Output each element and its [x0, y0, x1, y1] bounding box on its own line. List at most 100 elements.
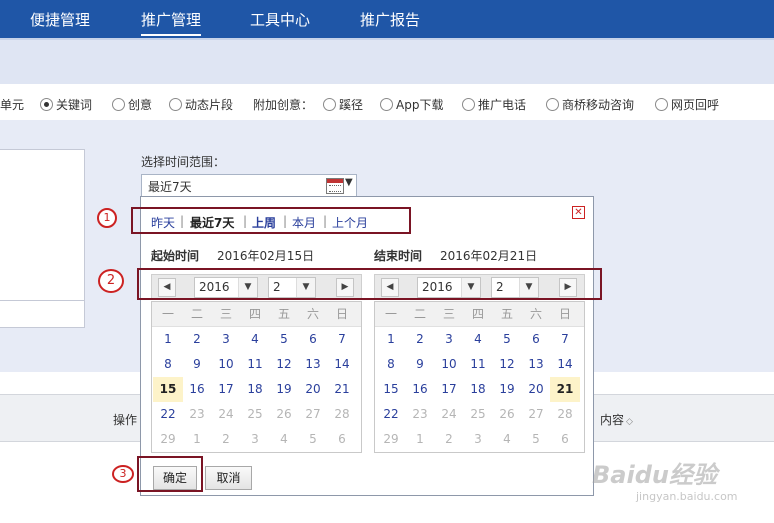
calendar-day[interactable]: 19 — [269, 377, 299, 402]
calendar-day[interactable]: 20 — [521, 377, 551, 402]
calendar-day[interactable]: 17 — [211, 377, 241, 402]
radio-icon — [112, 98, 125, 111]
calendar-day: 24 — [218, 407, 234, 421]
end-calendar: 一二三四五六日 1 2 3 4 5 6 7 8 9 10 11 12 13 14 15 16 17 18 19 20 21… — [374, 301, 585, 453]
marker-2-icon: 2 — [98, 269, 124, 293]
calendar-day[interactable]: 7 — [327, 327, 357, 352]
calendar-day[interactable]: 9 — [182, 352, 212, 377]
calendar-day[interactable]: 5 — [492, 327, 522, 352]
top-nav: 便捷管理 推广管理 工具中心 推广报告 — [0, 0, 774, 38]
calendar-day[interactable]: 6 — [298, 327, 328, 352]
column-op: 操作 — [113, 413, 138, 427]
calendar-day[interactable]: 15 — [376, 377, 406, 402]
radio-path[interactable]: 蹊径 — [323, 96, 363, 113]
nav-promotion-report[interactable]: 推广报告 — [360, 9, 420, 30]
calendar-day: 29 — [160, 432, 176, 446]
calendar-day[interactable]: 8 — [153, 352, 183, 377]
radio-unit[interactable]: 单元 — [0, 96, 24, 113]
nav-tool-center[interactable]: 工具中心 — [250, 9, 310, 30]
weekday-label: 一 — [161, 307, 174, 321]
calendar-day: 25 — [247, 407, 263, 421]
radio-dynamic-snippet[interactable]: 动态片段 — [169, 96, 233, 113]
calendar-day[interactable]: 18 — [463, 377, 493, 402]
calendar-day: 28 — [557, 407, 573, 421]
annotation-box-month-controls — [137, 268, 602, 300]
calendar-day[interactable]: 10 — [211, 352, 241, 377]
calendar-day[interactable]: 13 — [521, 352, 551, 377]
calendar-day[interactable]: 8 — [376, 352, 406, 377]
calendar-day[interactable]: 1 — [376, 327, 406, 352]
weekday-label: 日 — [335, 307, 348, 321]
start-date: 2016年02月15日 — [217, 249, 315, 263]
calendar-day: 27 — [305, 407, 321, 421]
calendar-day: 2 — [445, 432, 453, 446]
calendar-day: 26 — [276, 407, 292, 421]
calendar-icon[interactable] — [326, 178, 344, 194]
calendar-day[interactable]: 2 — [182, 327, 212, 352]
calendar-day[interactable]: 19 — [492, 377, 522, 402]
calendar-day[interactable]: 12 — [492, 352, 522, 377]
calendar-day[interactable]: 4 — [240, 327, 270, 352]
calendar-day: 5 — [309, 432, 317, 446]
weekday-label: 四 — [248, 307, 261, 321]
calendar-day[interactable]: 20 — [298, 377, 328, 402]
chevron-down-icon[interactable]: ▼ — [345, 177, 353, 188]
radio-app-download[interactable]: App下载 — [380, 96, 443, 113]
calendar-day[interactable]: 2 — [405, 327, 435, 352]
calendar-day: 4 — [280, 432, 288, 446]
calendar-day[interactable]: 16 — [405, 377, 435, 402]
nav-shortcut-management[interactable]: 便捷管理 — [30, 9, 90, 30]
calendar-day[interactable]: 21 — [327, 377, 357, 402]
radio-callback[interactable]: 网页回呼 — [655, 96, 719, 113]
calendar-day[interactable]: 17 — [434, 377, 464, 402]
weekday-label: 三 — [442, 307, 455, 321]
calendar-day[interactable]: 10 — [434, 352, 464, 377]
calendar-day[interactable]: 14 — [327, 352, 357, 377]
calendar-day: 29 — [383, 432, 399, 446]
calendar-day[interactable]: 1 — [153, 327, 183, 352]
calendar-day[interactable]: 12 — [269, 352, 299, 377]
marker-1-icon: 1 — [97, 208, 117, 228]
nav-promotion-management[interactable]: 推广管理 — [141, 9, 202, 36]
radio-icon — [655, 98, 668, 111]
radio-icon — [546, 98, 559, 111]
calendar-day[interactable]: 13 — [298, 352, 328, 377]
calendar-day[interactable]: 21 — [550, 377, 580, 402]
calendar-day: 4 — [503, 432, 511, 446]
cancel-button[interactable]: 取消 — [205, 466, 252, 490]
radio-keyword[interactable]: 关键词 — [40, 96, 92, 113]
calendar-day[interactable]: 5 — [269, 327, 299, 352]
radio-creative[interactable]: 创意 — [112, 96, 152, 113]
calendar-day[interactable]: 22 — [153, 402, 183, 427]
radio-promo-phone[interactable]: 推广电话 — [462, 96, 526, 113]
calendar-day[interactable]: 16 — [182, 377, 212, 402]
weekday-label: 二 — [413, 307, 426, 321]
calendar-day[interactable]: 9 — [405, 352, 435, 377]
calendar-day[interactable]: 14 — [550, 352, 580, 377]
date-picker-popup: ✕ 昨天 | 最近7天 | 上周 | 本月 | 上个月 起始时间 2016年02… — [140, 196, 594, 496]
calendar-day[interactable]: 11 — [240, 352, 270, 377]
radio-bridge-consult[interactable]: 商桥移动咨询 — [546, 96, 634, 113]
weekday-label: 一 — [384, 307, 397, 321]
extra-creative-label: 附加创意： — [253, 98, 314, 112]
calendar-day[interactable]: 7 — [550, 327, 580, 352]
weekday-label: 二 — [190, 307, 203, 321]
end-time-title: 结束时间 — [374, 249, 423, 263]
calendar-day[interactable]: 22 — [376, 402, 406, 427]
calendar-day[interactable]: 3 — [211, 327, 241, 352]
calendar-day[interactable]: 3 — [434, 327, 464, 352]
calendar-day[interactable]: 4 — [463, 327, 493, 352]
calendar-day[interactable]: 18 — [240, 377, 270, 402]
sub-toolbar — [0, 38, 774, 84]
time-range-select[interactable]: 最近7天 ▼ — [141, 174, 357, 197]
calendar-day[interactable]: 15 — [153, 377, 183, 402]
calendar-day: 6 — [561, 432, 569, 446]
weekday-label: 六 — [529, 307, 542, 321]
watermark-url: jingyan.baidu.com — [636, 490, 738, 503]
column-content[interactable]: 内容 ◇ — [600, 411, 633, 428]
annotation-box-confirm — [137, 456, 203, 492]
calendar-day[interactable]: 6 — [521, 327, 551, 352]
close-icon[interactable]: ✕ — [572, 206, 585, 219]
calendar-day[interactable]: 11 — [463, 352, 493, 377]
start-calendar: 一二三四五六日 1 2 3 4 5 6 7 8 9 10 11 12 13 14 15 16 17 18 19 20 21… — [151, 301, 362, 453]
